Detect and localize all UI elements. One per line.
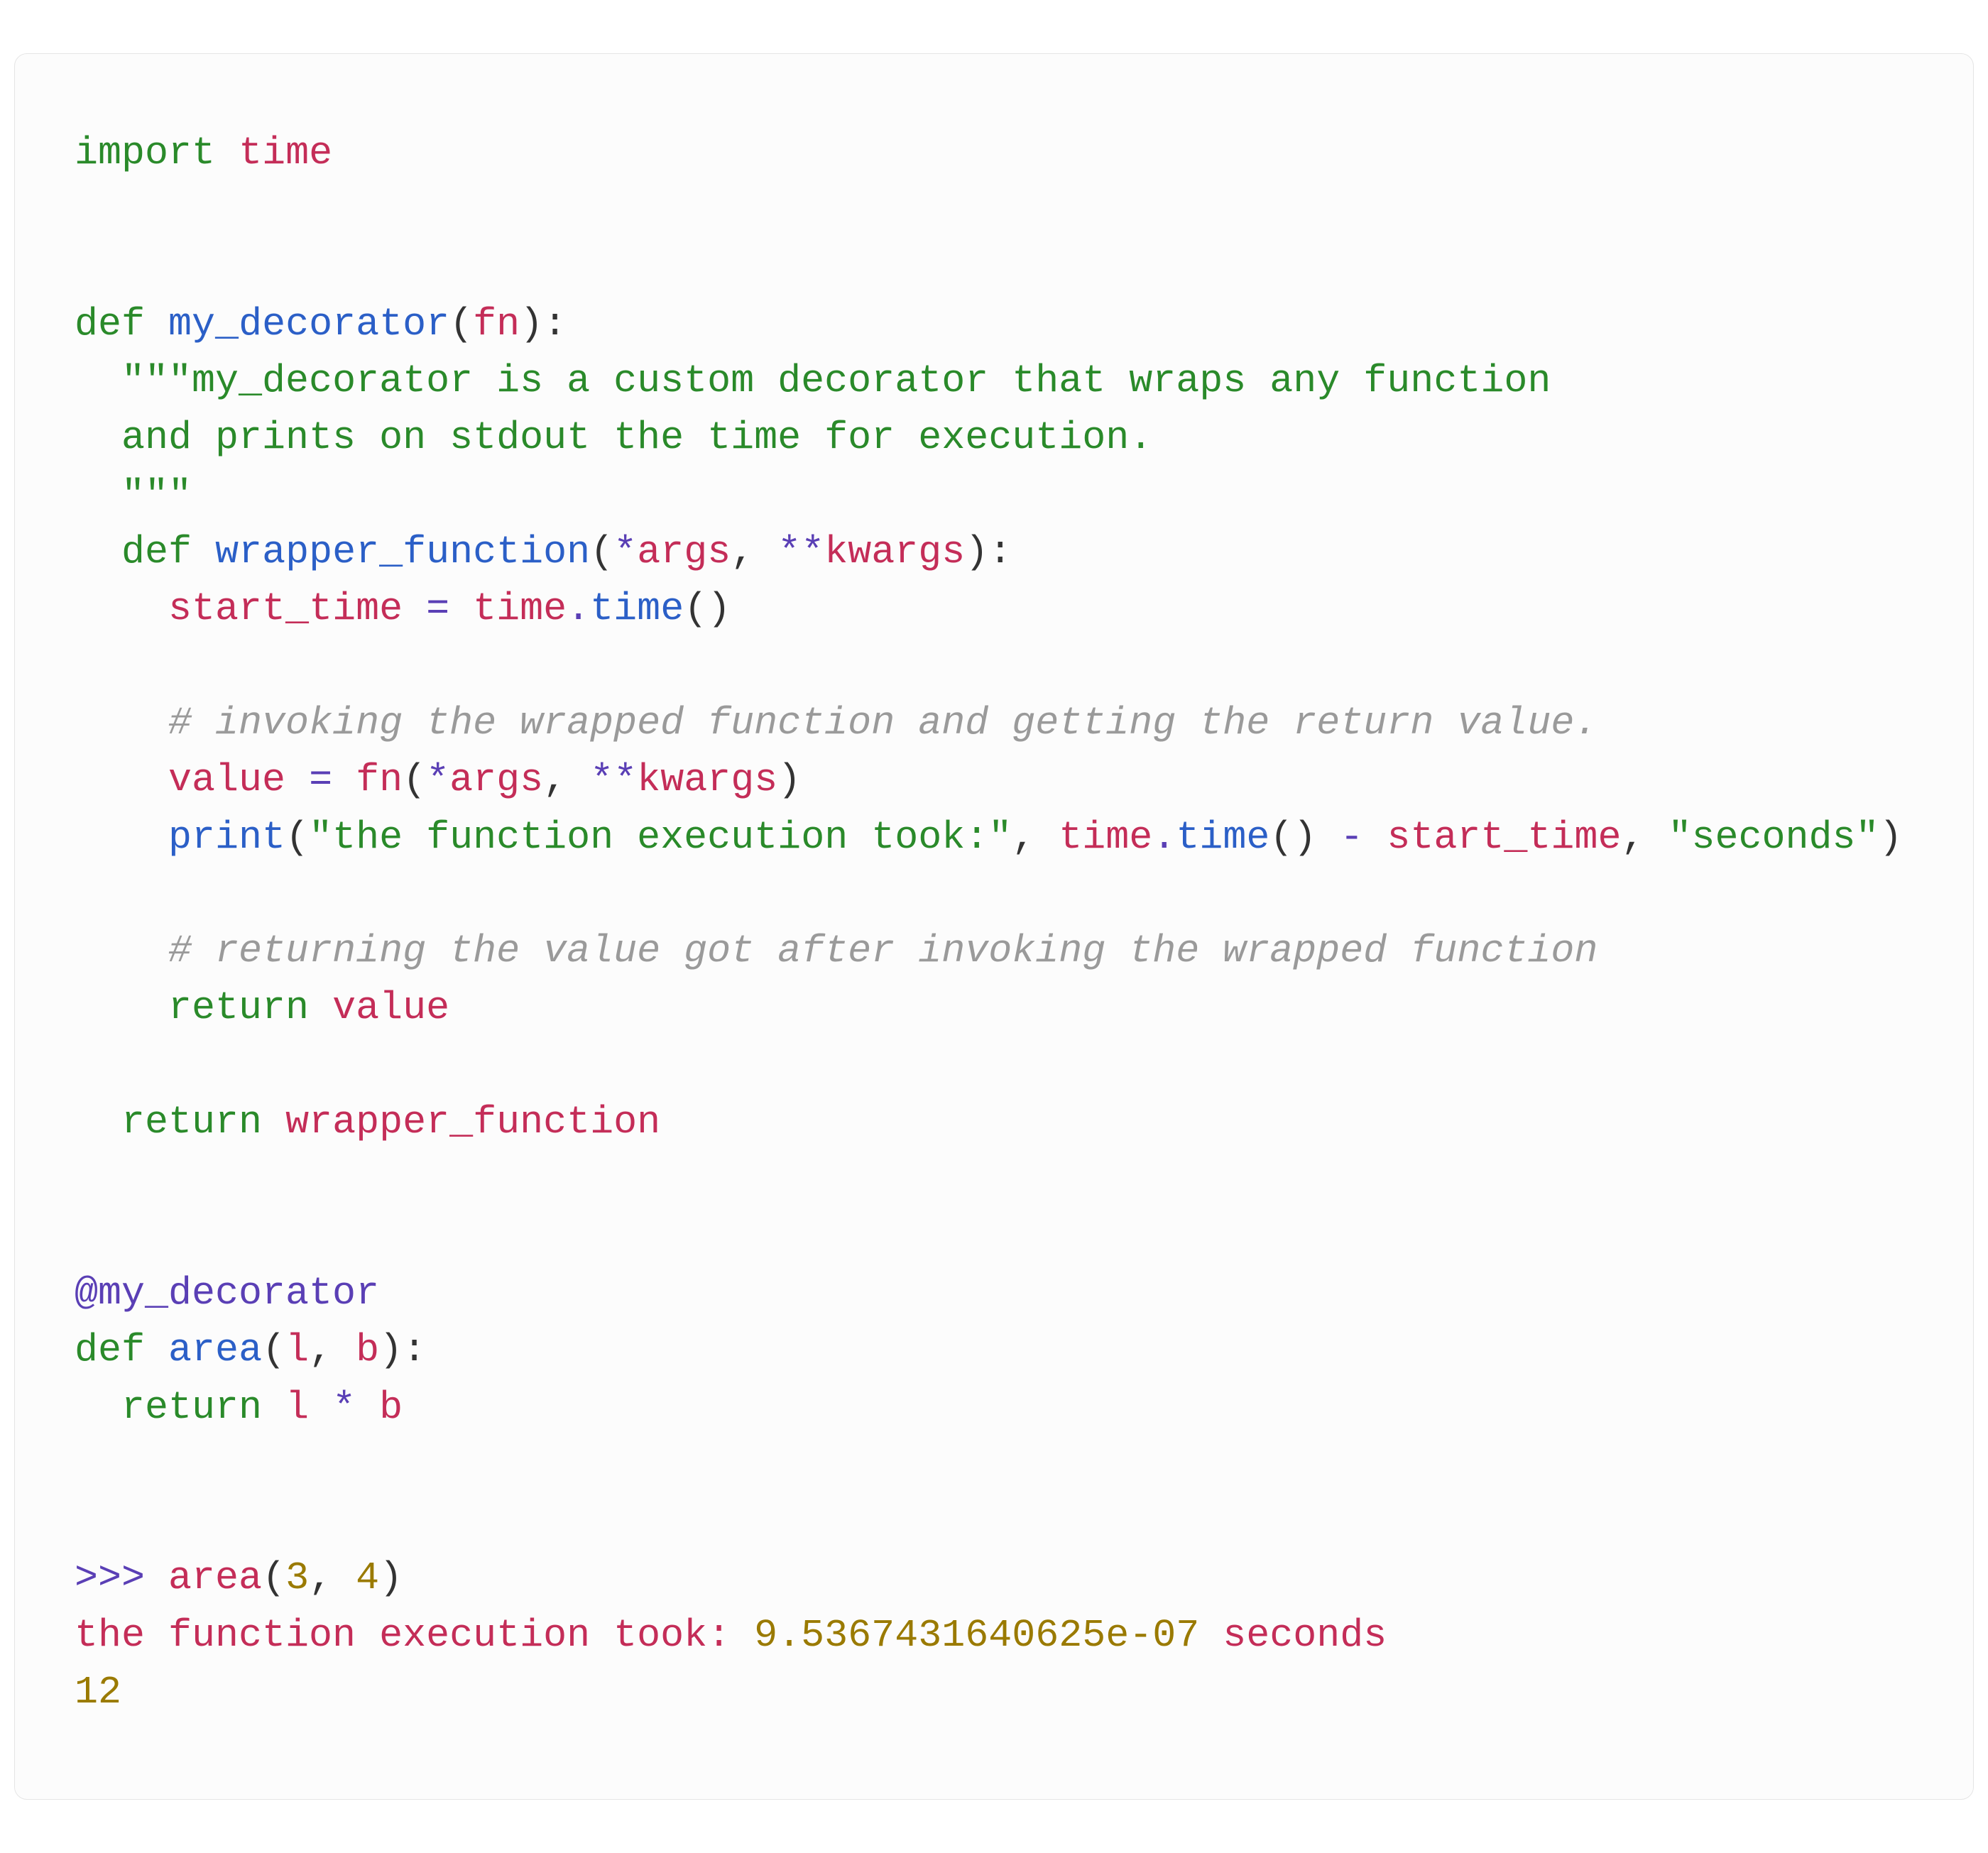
fn-print: print	[168, 815, 285, 860]
punc: (	[285, 815, 309, 860]
mod-time: time	[1059, 815, 1152, 860]
num: 3	[285, 1556, 309, 1600]
op-eq: =	[403, 586, 473, 631]
mod-time: time	[239, 131, 332, 175]
punc: ,	[1012, 815, 1059, 860]
var-value: value	[332, 985, 449, 1030]
repl-prompt: >>>	[75, 1556, 168, 1600]
arg-args: args	[637, 530, 731, 574]
code-block: import time def my_decorator(fn): """my_…	[14, 53, 1974, 1800]
fn-wrapper_function: wrapper_function	[215, 530, 590, 574]
output-result: 12	[75, 1670, 121, 1715]
fn-fn: fn	[356, 758, 403, 802]
arg-kwargs: kwargs	[637, 758, 777, 802]
op-dot: .	[1152, 815, 1176, 860]
comment: # invoking the wrapped function and gett…	[168, 701, 1598, 745]
op-star: *	[426, 758, 449, 802]
punc: (	[590, 530, 613, 574]
fn-time: time	[590, 586, 684, 631]
punc: (	[449, 302, 473, 346]
op-star: *	[613, 530, 637, 574]
punc: ()	[1269, 815, 1316, 860]
fn-area: area	[168, 1328, 262, 1372]
mod-time: time	[473, 586, 567, 631]
var-start_time: start_time	[1387, 815, 1621, 860]
arg-b: b	[356, 1328, 379, 1372]
docstring: """	[75, 473, 192, 518]
var-l: l	[285, 1385, 309, 1430]
kw-def: def	[75, 302, 145, 346]
punc: ):	[379, 1328, 426, 1372]
punc: ,	[309, 1328, 356, 1372]
kw-return: return	[168, 985, 309, 1030]
punc: )	[777, 758, 801, 802]
op-eq: =	[285, 758, 356, 802]
punc: (	[262, 1328, 285, 1372]
op-dot: .	[567, 586, 590, 631]
fn-area: area	[168, 1556, 262, 1600]
punc: ):	[965, 530, 1012, 574]
punc: ,	[309, 1556, 356, 1600]
punc: (	[262, 1556, 285, 1600]
var-wrapper_function: wrapper_function	[285, 1100, 660, 1144]
fn-time: time	[1176, 815, 1269, 860]
punc: )	[379, 1556, 403, 1600]
arg-args: args	[449, 758, 543, 802]
punc: ,	[1621, 815, 1668, 860]
punc: (	[403, 758, 426, 802]
kw-return: return	[121, 1100, 262, 1144]
comment: # returning the value got after invoking…	[168, 929, 1598, 973]
arg-fn: fn	[473, 302, 520, 346]
kw-import: import	[75, 131, 215, 175]
num: 4	[356, 1556, 379, 1600]
arg-kwargs: kwargs	[824, 530, 965, 574]
op-dstar: **	[777, 530, 824, 574]
docstring: and prints on stdout the time for execut…	[75, 415, 1152, 460]
punc: )	[1879, 815, 1903, 860]
kw-def: def	[75, 1328, 145, 1372]
op-minus: -	[1316, 815, 1387, 860]
output-num: 9.5367431640625e-07	[754, 1613, 1199, 1658]
kw-def: def	[121, 530, 192, 574]
fn-my_decorator: my_decorator	[168, 302, 449, 346]
docstring: """my_decorator is a custom decorator th…	[121, 359, 1551, 403]
var-value: value	[168, 758, 285, 802]
op-star: *	[309, 1385, 379, 1430]
kw-return: return	[121, 1385, 262, 1430]
punc: ,	[543, 758, 590, 802]
var-b: b	[379, 1385, 403, 1430]
str: "the function execution took:"	[309, 815, 1012, 860]
punc: ()	[684, 586, 731, 631]
output-text: the function execution took:	[75, 1613, 754, 1658]
decorator: @my_decorator	[75, 1271, 379, 1316]
op-dstar: **	[590, 758, 637, 802]
punc: ):	[520, 302, 567, 346]
var-start_time: start_time	[168, 586, 403, 631]
punc: ,	[731, 530, 777, 574]
output-text: seconds	[1199, 1613, 1387, 1658]
arg-l: l	[285, 1328, 309, 1372]
str: "seconds"	[1668, 815, 1879, 860]
